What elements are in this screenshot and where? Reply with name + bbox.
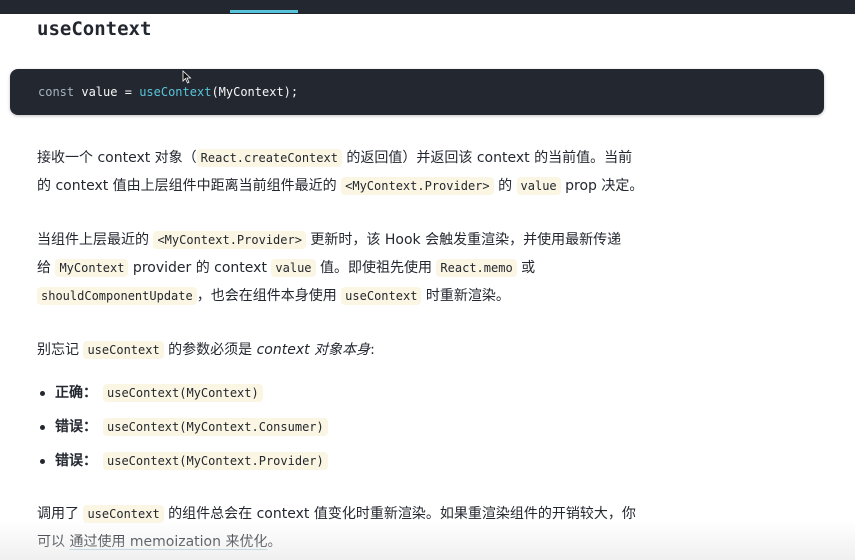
- inline-code: MyContext: [55, 259, 129, 277]
- inline-code: value: [516, 177, 561, 195]
- code-keyword: const: [38, 85, 75, 99]
- memoization-link[interactable]: 通过使用 memoization 来优化: [69, 534, 267, 550]
- list-item: 错误： useContext(MyContext.Consumer): [37, 412, 328, 446]
- description-paragraph: 接收一个 context 对象（ React.createContext 的返回值…: [37, 149, 644, 195]
- inline-code: <MyContext.Provider>: [153, 231, 306, 249]
- code-operator: =: [124, 85, 132, 99]
- memoization-paragraph: 调用了 useContext 的组件总会在 context 值变化时重新渲染。如…: [37, 505, 636, 550]
- list-item: 正确： useContext(MyContext): [37, 378, 328, 412]
- bullet-icon: [40, 459, 45, 464]
- inline-code: useContext: [341, 287, 422, 305]
- inline-code: shouldComponentUpdate: [37, 287, 197, 305]
- code-function: useContext: [139, 85, 212, 99]
- inline-code: React.memo: [436, 259, 517, 277]
- code-argument: (MyContext);: [211, 85, 299, 99]
- bullet-icon: [40, 425, 45, 430]
- usage-list: 正确： useContext(MyContext) 错误： useContext(M…: [37, 378, 328, 480]
- code-variable: value: [81, 85, 118, 99]
- rerender-paragraph: 当组件上层最近的 <MyContext.Provider> 更新时，该 Hook…: [37, 231, 622, 305]
- emphasis-text: context 对象本身: [256, 342, 371, 358]
- page-heading: useContext: [37, 18, 152, 40]
- top-nav-bar: [0, 0, 855, 14]
- list-item: 错误： useContext(MyContext.Provider): [37, 446, 328, 480]
- inline-code: useContext(MyContext.Consumer): [103, 418, 328, 436]
- inline-code: value: [271, 259, 316, 277]
- mouse-cursor-icon: [182, 70, 192, 84]
- argument-note-paragraph: 别忘记 useContext 的参数必须是 context 对象本身:: [37, 341, 375, 359]
- inline-code: useContext(MyContext): [103, 384, 263, 402]
- inline-code: useContext: [83, 341, 164, 359]
- code-block[interactable]: const value = useContext(MyContext);: [10, 69, 824, 115]
- active-tab-indicator: [230, 10, 298, 13]
- inline-code: <MyContext.Provider>: [341, 177, 494, 195]
- inline-code: React.createContext: [196, 149, 342, 167]
- bullet-icon: [40, 391, 45, 396]
- inline-code: useContext: [83, 505, 164, 523]
- inline-code: useContext(MyContext.Provider): [103, 452, 328, 470]
